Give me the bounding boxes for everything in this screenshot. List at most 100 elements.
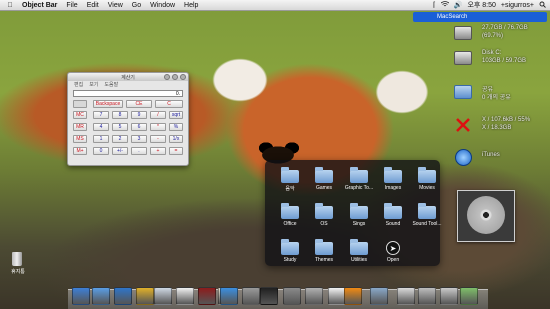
calc-menu-edit[interactable]: 편집 [74, 81, 83, 88]
dock-ichat-icon[interactable] [136, 287, 154, 305]
calc-key[interactable]: = [169, 147, 183, 155]
dock-system-preferences-icon[interactable] [283, 287, 301, 305]
folder-icon [350, 167, 368, 183]
wifi-icon[interactable] [440, 0, 449, 10]
calc-key[interactable]: - [150, 135, 166, 143]
stack-folder[interactable]: Images [376, 166, 410, 196]
shared-folder-widget[interactable]: 공유 0 개의 공유 [452, 83, 548, 105]
dock-vlc-icon[interactable] [344, 287, 362, 305]
bluetooth-icon[interactable]: ⌈ [433, 1, 436, 9]
close-button[interactable] [180, 74, 186, 80]
shared-count: 0 개의 공유 [482, 95, 511, 101]
cd-player-widget[interactable] [457, 190, 515, 242]
clear-entry-button[interactable]: CE [126, 100, 152, 108]
calc-key[interactable]: % [169, 123, 183, 131]
stack-folder[interactable]: Office [273, 202, 307, 232]
calc-key[interactable]: 4 [93, 123, 109, 131]
stack-item-label: Open [386, 257, 400, 263]
menu-go[interactable]: Go [132, 2, 141, 9]
folder-icon [281, 203, 299, 219]
dock-safari-icon[interactable] [114, 287, 132, 305]
dock-downloads-icon[interactable] [460, 287, 478, 305]
stack-folder[interactable]: Utilities [342, 238, 376, 268]
calc-key[interactable]: 1/x [169, 135, 183, 143]
calc-key[interactable]: MC [73, 111, 87, 119]
calc-key[interactable]: 2 [112, 135, 128, 143]
stack-folder[interactable]: Study [273, 238, 307, 268]
calc-menu-help[interactable]: 도움말 [104, 81, 118, 88]
menu-view[interactable]: View [108, 2, 123, 9]
calc-key[interactable]: / [150, 111, 166, 119]
stack-open-finder[interactable]: ➤ Open [376, 238, 410, 268]
calc-key[interactable]: +/- [112, 147, 128, 155]
calc-key[interactable]: . [131, 147, 147, 155]
stack-folder[interactable]: Sound Tool... [410, 202, 444, 232]
dock-folder-icon[interactable] [370, 287, 388, 305]
stack-folder[interactable]: OS [307, 202, 341, 232]
folder-icon [384, 167, 402, 183]
spotlight-icon[interactable] [539, 1, 546, 10]
stack-folder[interactable]: 음악 [273, 166, 307, 196]
menu-file[interactable]: File [66, 2, 77, 9]
user-menu[interactable]: +sigurros+ [501, 2, 534, 9]
dock-dictionary-icon[interactable] [198, 287, 216, 305]
stack-item-label: Movies [419, 185, 435, 191]
folder-icon [418, 203, 436, 219]
stack-folder[interactable]: Themes [307, 238, 341, 268]
calc-key[interactable]: 8 [112, 111, 128, 119]
dock-mail-icon[interactable] [92, 287, 110, 305]
calculator-titlebar[interactable]: 계산기 [68, 73, 188, 81]
calc-menu-view[interactable]: 보기 [89, 81, 98, 88]
folder-icon [281, 239, 299, 255]
mac-search-field[interactable]: MacSearch [413, 12, 547, 22]
calc-key[interactable]: sqrt [169, 111, 183, 119]
x-close-icon [455, 117, 471, 133]
calc-key[interactable]: 1 [93, 135, 109, 143]
stack-folder[interactable]: Games [307, 166, 341, 196]
minimize-button[interactable] [164, 74, 170, 80]
status-widget[interactable]: X / 107.6kB / 55% X / 18.3GB [452, 116, 548, 138]
folder-icon [454, 85, 472, 99]
menu-edit[interactable]: Edit [87, 2, 99, 9]
drive-widget-1[interactable]: 27.7GB / 76.7GB (69.7%) [452, 24, 548, 46]
desktop-trash[interactable]: 휴지통 [8, 250, 28, 278]
menu-help[interactable]: Help [184, 2, 198, 9]
itunes-widget[interactable]: iTunes [452, 148, 548, 170]
backspace-button[interactable]: Backspace [93, 100, 123, 108]
dock-font-book-icon[interactable] [305, 287, 323, 305]
stack-folder[interactable]: Sings [342, 202, 376, 232]
calculator-display[interactable]: 0. [73, 90, 183, 97]
calc-key[interactable]: + [150, 147, 166, 155]
drive-widget-2[interactable]: Disk C: 103GB / 59.7GB [452, 49, 548, 71]
apple-icon[interactable]:  [6, 1, 14, 9]
stack-folder[interactable]: Movies [410, 166, 444, 196]
menu-app-name[interactable]: Object Bar [22, 2, 57, 9]
dock-finder-icon[interactable] [72, 287, 90, 305]
calc-key[interactable]: MS [73, 135, 87, 143]
dock-text-icon[interactable] [397, 287, 415, 305]
calc-key[interactable]: 0 [93, 147, 109, 155]
stack-folder[interactable]: Graphic To... [342, 166, 376, 196]
dock-trash-icon[interactable] [440, 287, 458, 305]
calc-key[interactable]: 7 [93, 111, 109, 119]
clock[interactable]: 오후 8:50 [467, 0, 495, 10]
dock-textedit-icon[interactable] [176, 287, 194, 305]
dock-calculator-icon[interactable] [242, 287, 260, 305]
calc-key[interactable]: * [150, 123, 166, 131]
volume-icon[interactable]: 🔊 [454, 1, 463, 9]
dock-utility-icon[interactable] [418, 287, 436, 305]
calc-key[interactable]: 5 [112, 123, 128, 131]
menu-window[interactable]: Window [150, 2, 175, 9]
calculator-title: 계산기 [121, 75, 135, 81]
clear-button[interactable]: C [155, 100, 183, 108]
calc-key[interactable]: MR [73, 123, 87, 131]
zoom-button[interactable] [172, 74, 178, 80]
dock-itunes-icon[interactable] [220, 287, 238, 305]
stack-folder[interactable]: Sound [376, 202, 410, 232]
calc-key[interactable]: 3 [131, 135, 147, 143]
calc-key[interactable]: 6 [131, 123, 147, 131]
calc-key[interactable]: 9 [131, 111, 147, 119]
dock-terminal-icon[interactable] [260, 287, 278, 305]
calc-key[interactable]: M+ [73, 147, 87, 155]
dock-preview-icon[interactable] [154, 287, 172, 305]
